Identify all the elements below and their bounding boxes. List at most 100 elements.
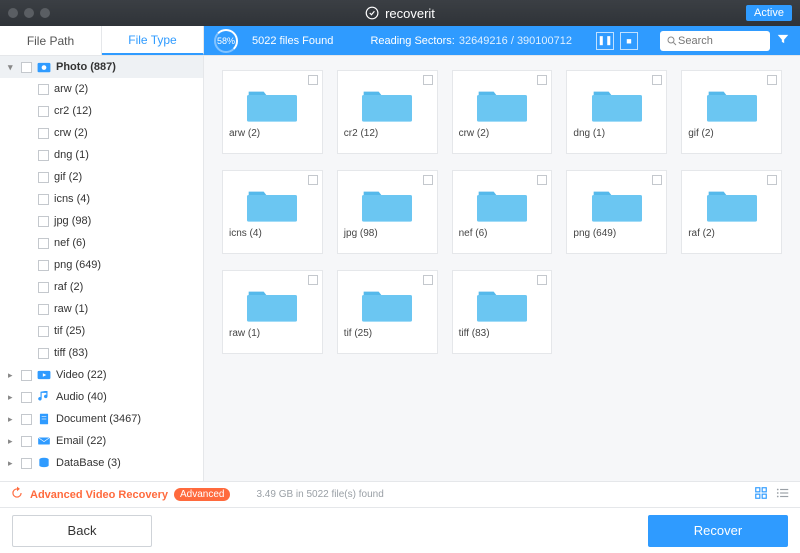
folder-card[interactable]: arw (2) bbox=[222, 70, 323, 154]
checkbox[interactable] bbox=[38, 216, 49, 227]
checkbox[interactable] bbox=[537, 275, 547, 285]
chevron-icon[interactable]: ▸ bbox=[8, 414, 16, 425]
chevron-icon[interactable]: ▾ bbox=[8, 62, 16, 73]
checkbox[interactable] bbox=[767, 75, 777, 85]
sidebar-item[interactable]: raf (2) bbox=[0, 276, 203, 298]
search-input[interactable] bbox=[678, 35, 758, 47]
checkbox[interactable] bbox=[423, 75, 433, 85]
reading-sectors: Reading Sectors: 32649216 / 390100712 bbox=[370, 35, 572, 47]
recover-button[interactable]: Recover bbox=[648, 515, 788, 547]
checkbox[interactable] bbox=[652, 75, 662, 85]
sidebar-category-document[interactable]: ▸ Document (3467) bbox=[0, 408, 203, 430]
chevron-icon[interactable]: ▸ bbox=[8, 392, 16, 403]
sidebar-category-email[interactable]: ▸Email (22) bbox=[0, 430, 203, 452]
folder-card[interactable]: crw (2) bbox=[452, 70, 553, 154]
grid-view-icon[interactable] bbox=[754, 486, 768, 503]
sidebar-item[interactable]: tif (25) bbox=[0, 320, 203, 342]
checkbox[interactable] bbox=[21, 392, 32, 403]
grid-pane[interactable]: arw (2)cr2 (12) crw (2) dng (1)gif (2) icns… bbox=[204, 56, 800, 481]
minimize-icon[interactable] bbox=[24, 8, 34, 18]
folder-label: tiff (83) bbox=[453, 325, 496, 339]
checkbox[interactable] bbox=[21, 436, 32, 447]
checkbox[interactable] bbox=[38, 84, 49, 95]
chevron-icon[interactable]: ▸ bbox=[8, 458, 16, 469]
active-badge: Active bbox=[746, 5, 792, 21]
checkbox[interactable] bbox=[38, 194, 49, 205]
folder-card[interactable]: icns (4) bbox=[222, 170, 323, 254]
checkbox[interactable] bbox=[21, 414, 32, 425]
sidebar[interactable]: ▾Photo (887)arw (2)cr2 (12)crw (2)dng (1… bbox=[0, 56, 204, 481]
sidebar-item[interactable]: icns (4) bbox=[0, 188, 203, 210]
sidebar-item[interactable]: crw (2) bbox=[0, 122, 203, 144]
sidebar-category-photo[interactable]: ▾Photo (887) bbox=[0, 56, 203, 78]
sidebar-category-label: Document (3467) bbox=[56, 413, 141, 425]
chevron-icon[interactable]: ▸ bbox=[8, 370, 16, 381]
folder-card[interactable]: gif (2) bbox=[681, 70, 782, 154]
sidebar-category-label: Audio (40) bbox=[56, 391, 107, 403]
sidebar-item[interactable]: png (649) bbox=[0, 254, 203, 276]
folder-card[interactable]: tiff (83) bbox=[452, 270, 553, 354]
sidebar-item[interactable]: arw (2) bbox=[0, 78, 203, 100]
titlebar: recoverit Active bbox=[0, 0, 800, 26]
sidebar-category-database[interactable]: ▸DataBase (3) bbox=[0, 452, 203, 474]
checkbox[interactable] bbox=[652, 175, 662, 185]
sidebar-item[interactable]: jpg (98) bbox=[0, 210, 203, 232]
checkbox[interactable] bbox=[38, 326, 49, 337]
checkbox[interactable] bbox=[308, 275, 318, 285]
checkbox[interactable] bbox=[38, 128, 49, 139]
checkbox[interactable] bbox=[423, 275, 433, 285]
progress-ring: 58% bbox=[214, 29, 238, 53]
folder-card[interactable]: jpg (98) bbox=[337, 170, 438, 254]
checkbox[interactable] bbox=[21, 458, 32, 469]
checkbox[interactable] bbox=[38, 106, 49, 117]
sidebar-item-label: nef (6) bbox=[54, 237, 86, 249]
folder-label: icns (4) bbox=[223, 225, 268, 239]
maximize-icon[interactable] bbox=[40, 8, 50, 18]
folder-label: crw (2) bbox=[453, 125, 496, 139]
pause-button[interactable]: ❚❚ bbox=[596, 32, 614, 50]
checkbox[interactable] bbox=[38, 150, 49, 161]
checkbox[interactable] bbox=[537, 75, 547, 85]
sidebar-item[interactable]: tiff (83) bbox=[0, 342, 203, 364]
sidebar-item[interactable]: cr2 (12) bbox=[0, 100, 203, 122]
tab-file-path[interactable]: File Path bbox=[0, 26, 102, 55]
checkbox[interactable] bbox=[21, 62, 32, 73]
folder-card[interactable]: tif (25) bbox=[337, 270, 438, 354]
search-box[interactable] bbox=[660, 31, 770, 51]
folder-card[interactable]: dng (1) bbox=[566, 70, 667, 154]
sidebar-category-video[interactable]: ▸Video (22) bbox=[0, 364, 203, 386]
checkbox[interactable] bbox=[38, 260, 49, 271]
checkbox[interactable] bbox=[38, 304, 49, 315]
folder-card[interactable]: nef (6) bbox=[452, 170, 553, 254]
checkbox[interactable] bbox=[767, 175, 777, 185]
checkbox[interactable] bbox=[38, 282, 49, 293]
checkbox[interactable] bbox=[38, 238, 49, 249]
close-icon[interactable] bbox=[8, 8, 18, 18]
checkbox[interactable] bbox=[21, 370, 32, 381]
sidebar-item[interactable]: gif (2) bbox=[0, 166, 203, 188]
checkbox[interactable] bbox=[38, 172, 49, 183]
tab-file-type[interactable]: File Type bbox=[102, 26, 204, 55]
checkbox[interactable] bbox=[308, 175, 318, 185]
sidebar-item-label: png (649) bbox=[54, 259, 101, 271]
chevron-icon[interactable]: ▸ bbox=[8, 436, 16, 447]
checkbox[interactable] bbox=[308, 75, 318, 85]
back-button[interactable]: Back bbox=[12, 515, 152, 547]
filter-icon[interactable] bbox=[776, 32, 790, 49]
stop-button[interactable]: ■ bbox=[620, 32, 638, 50]
folder-card[interactable]: cr2 (12) bbox=[337, 70, 438, 154]
checkbox[interactable] bbox=[537, 175, 547, 185]
main-area: ▾Photo (887)arw (2)cr2 (12)crw (2)dng (1… bbox=[0, 56, 800, 481]
list-view-icon[interactable] bbox=[776, 486, 790, 503]
folder-card[interactable]: raf (2) bbox=[681, 170, 782, 254]
checkbox[interactable] bbox=[423, 175, 433, 185]
sidebar-item[interactable]: dng (1) bbox=[0, 144, 203, 166]
folder-card[interactable]: raw (1) bbox=[222, 270, 323, 354]
sidebar-item[interactable]: raw (1) bbox=[0, 298, 203, 320]
sidebar-category-audio[interactable]: ▸ Audio (40) bbox=[0, 386, 203, 408]
advanced-video-recovery-link[interactable]: Advanced Video Recovery bbox=[30, 489, 168, 501]
sidebar-item[interactable]: nef (6) bbox=[0, 232, 203, 254]
refresh-icon[interactable] bbox=[10, 486, 24, 503]
checkbox[interactable] bbox=[38, 348, 49, 359]
folder-card[interactable]: png (649) bbox=[566, 170, 667, 254]
